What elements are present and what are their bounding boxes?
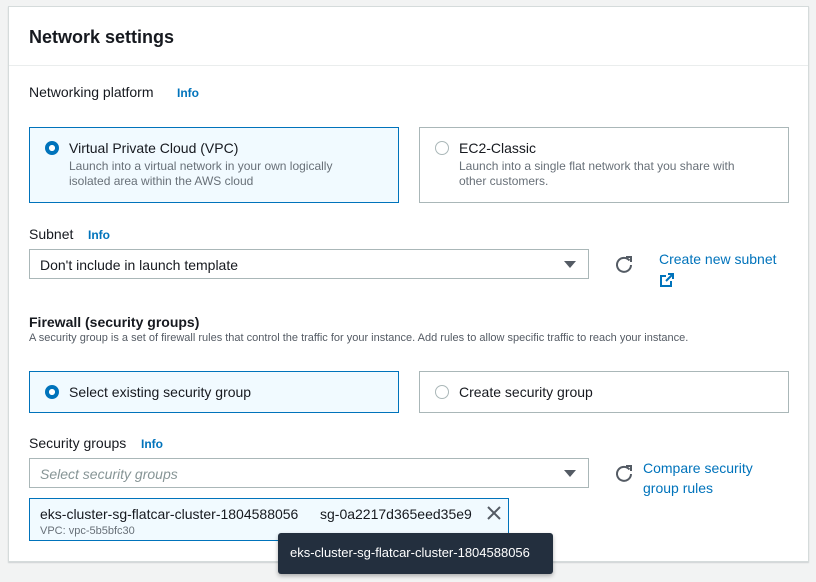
subnet-label: Subnet [29, 226, 74, 242]
caret-down-icon [564, 261, 576, 268]
create-sg-tile[interactable]: Create security group [419, 371, 789, 413]
security-groups-label: Security groups [29, 435, 127, 451]
compare-sg-rules-link-line2[interactable]: group rules [643, 478, 713, 498]
compare-sg-rules-link-line1[interactable]: Compare security [643, 458, 753, 478]
vpc-radio[interactable] [45, 141, 59, 155]
ec2-classic-option-desc-line2: other customers. [459, 174, 549, 188]
token-sg-id: sg-0a2217d365eed35e9 [320, 506, 472, 522]
token-sg-vpc: VPC: vpc-5b5bfc30 [40, 525, 135, 537]
vpc-option-tile[interactable]: Virtual Private Cloud (VPC) Launch into … [29, 127, 399, 203]
refresh-icon[interactable] [614, 463, 634, 483]
subnet-select[interactable]: Don't include in launch template [29, 249, 589, 279]
refresh-icon[interactable] [614, 254, 634, 274]
vpc-option-title: Virtual Private Cloud (VPC) [69, 140, 239, 156]
networking-platform-label: Networking platform [29, 84, 154, 100]
subnet-info-link[interactable]: Info [88, 228, 110, 242]
vpc-option-desc-line2: isolated area within the AWS cloud [69, 174, 254, 188]
external-link-icon[interactable] [660, 273, 674, 287]
create-sg-radio[interactable] [435, 385, 449, 399]
subnet-select-value: Don't include in launch template [40, 257, 239, 273]
select-existing-sg-radio[interactable] [45, 385, 59, 399]
create-sg-title: Create security group [459, 384, 593, 400]
select-existing-sg-title: Select existing security group [69, 384, 252, 400]
security-groups-select[interactable]: Select security groups [29, 458, 589, 488]
firewall-title: Firewall (security groups) [29, 314, 200, 330]
panel-title: Network settings [29, 27, 175, 47]
ec2-classic-option-tile[interactable]: EC2-Classic Launch into a single flat ne… [419, 127, 789, 203]
ec2-classic-radio[interactable] [435, 141, 449, 155]
close-icon[interactable] [486, 505, 502, 521]
network-settings-panel: Network settings Networking platform Inf… [8, 6, 809, 562]
ec2-classic-option-desc-line1: Launch into a single flat network that y… [459, 159, 735, 173]
tooltip: eks-cluster-sg-flatcar-cluster-180458805… [278, 533, 553, 574]
ec2-classic-option-title: EC2-Classic [459, 140, 537, 156]
firewall-description: A security group is a set of firewall ru… [29, 332, 689, 344]
security-groups-placeholder: Select security groups [40, 466, 178, 482]
vpc-option-desc-line1: Launch into a virtual network in your ow… [69, 159, 333, 173]
tooltip-text: eks-cluster-sg-flatcar-cluster-180458805… [290, 545, 530, 560]
create-new-subnet-link[interactable]: Create new subnet [659, 249, 777, 269]
networking-platform-info-link[interactable]: Info [177, 86, 199, 100]
select-existing-sg-tile[interactable]: Select existing security group [29, 371, 399, 413]
security-groups-info-link[interactable]: Info [141, 437, 163, 451]
panel-header: Network settings [9, 7, 808, 66]
token-sg-name: eks-cluster-sg-flatcar-cluster-180458805… [40, 506, 299, 522]
caret-down-icon [564, 470, 576, 477]
